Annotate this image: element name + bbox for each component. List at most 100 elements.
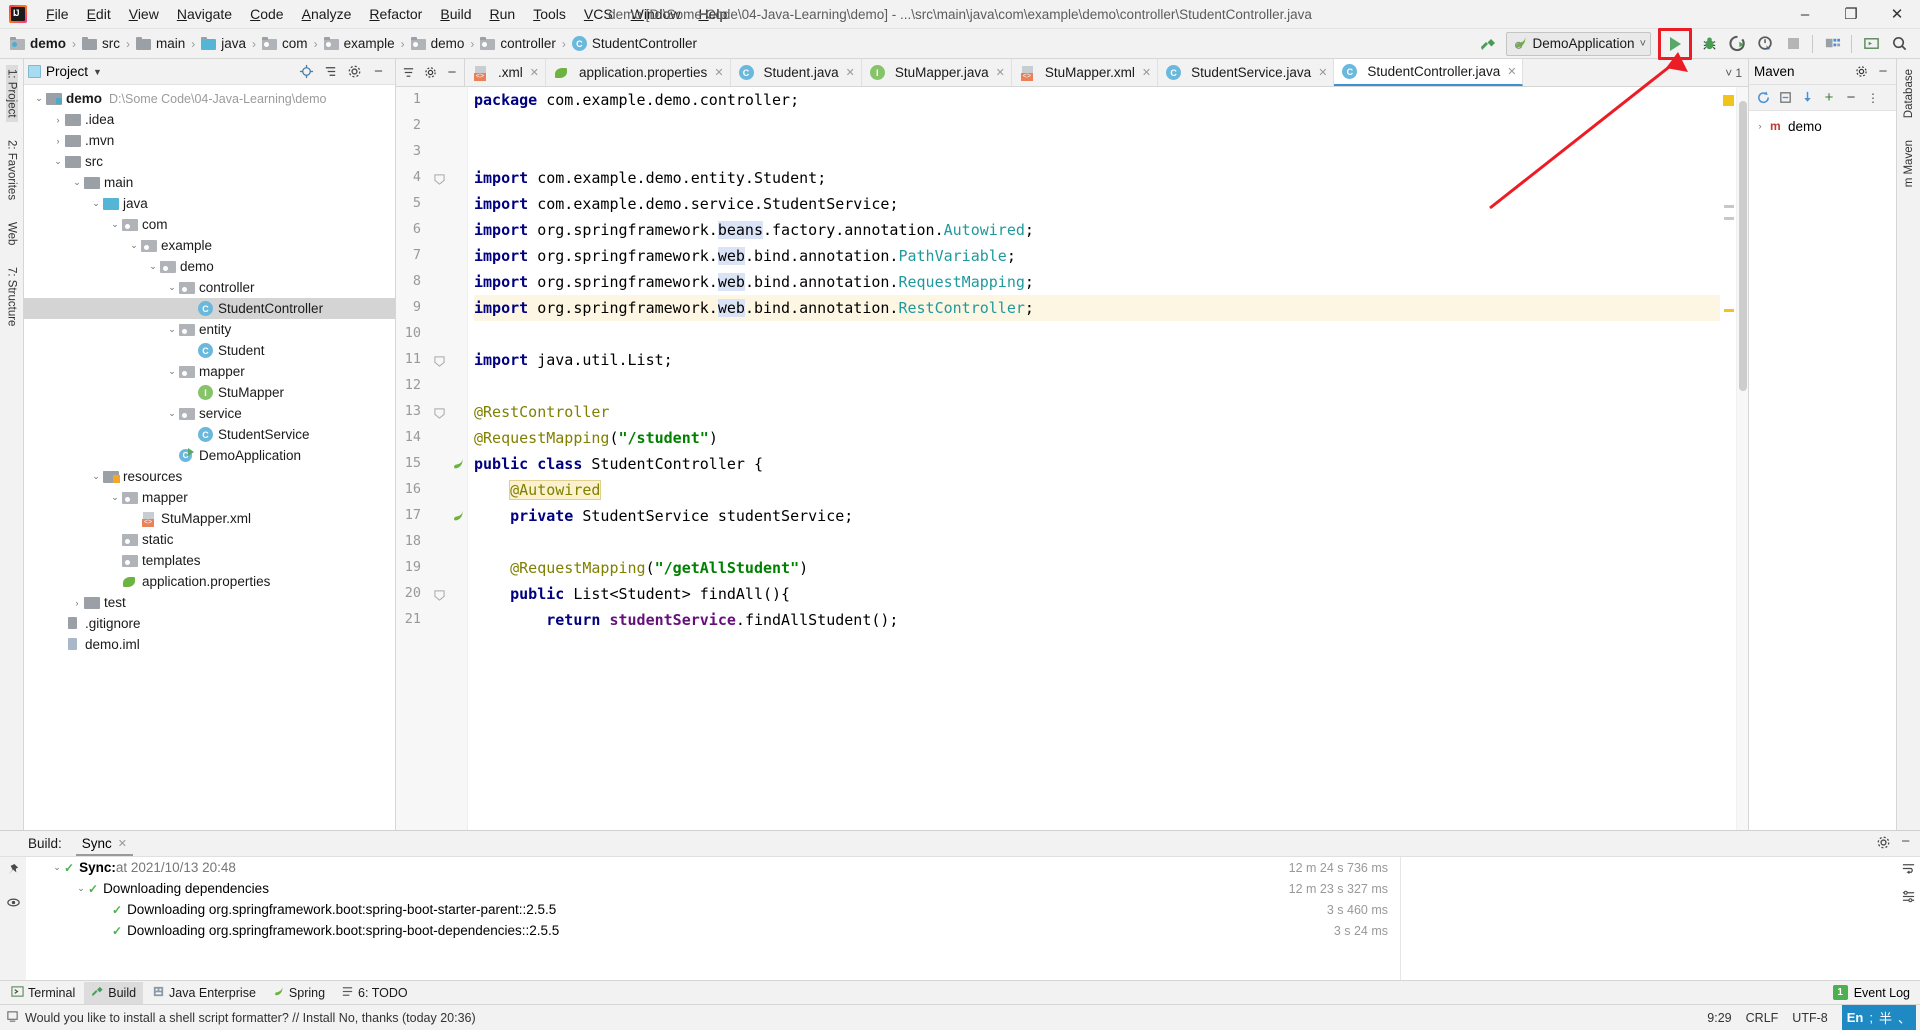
chevron-down-icon[interactable]: ˅ xyxy=(1725,66,1732,80)
tree-node[interactable]: ⌄ src xyxy=(24,151,395,172)
breadcrumb-demo[interactable]: demo xyxy=(6,34,70,53)
toolwindow-javaenterprise[interactable]: Java Enterprise xyxy=(145,982,263,1004)
toolwindow-todo[interactable]: 6: TODO xyxy=(334,982,415,1004)
run-with-coverage-icon[interactable] xyxy=(1724,32,1750,56)
tree-twisty[interactable]: ⌄ xyxy=(32,93,46,104)
toolwindow-spring[interactable]: Spring xyxy=(265,982,332,1004)
minimize-button[interactable]: – xyxy=(1782,0,1828,28)
eye-icon[interactable] xyxy=(6,895,21,913)
more-icon[interactable]: ⋮ xyxy=(1865,90,1881,106)
tree-node[interactable]: › test xyxy=(24,592,395,613)
tree-twisty[interactable]: ⌄ xyxy=(89,471,103,482)
tree-twisty[interactable]: › xyxy=(51,136,65,146)
menu-tools[interactable]: Tools xyxy=(524,2,575,26)
search-everywhere-icon[interactable] xyxy=(1886,32,1912,56)
tree-node[interactable]: ⌄ mapper xyxy=(24,487,395,508)
settings-gear-icon[interactable] xyxy=(1876,835,1891,853)
settings-gear-icon[interactable] xyxy=(1853,64,1869,80)
breadcrumb-com[interactable]: com xyxy=(258,34,312,53)
menu-help[interactable]: Help xyxy=(689,2,736,26)
tree-node[interactable]: ⌄ com xyxy=(24,214,395,235)
tree-node[interactable]: DemoApplication xyxy=(24,445,395,466)
code-line[interactable]: public List<Student> findAll(){ xyxy=(474,581,1720,607)
close-icon[interactable]: ✕ xyxy=(1142,66,1151,79)
reload-icon[interactable] xyxy=(1755,90,1771,106)
breadcrumb-controller[interactable]: controller xyxy=(476,34,560,53)
project-structure-icon[interactable] xyxy=(1819,32,1845,56)
code-fold-icon[interactable] xyxy=(433,589,445,601)
tree-node[interactable]: ⌄ mapper xyxy=(24,361,395,382)
code-fold-icon[interactable] xyxy=(433,355,445,367)
tree-node[interactable]: ⌄ resources xyxy=(24,466,395,487)
editor-tab-studentservicejava[interactable]: C StudentService.java ✕ xyxy=(1158,59,1335,86)
tree-twisty[interactable]: › xyxy=(1753,121,1767,131)
editor-tab-stumapperxml[interactable]: StuMapper.xml ✕ xyxy=(1012,59,1159,86)
build-output-row[interactable]: ⌄ ✓ Downloading dependencies 12 m 23 s 327 … xyxy=(26,878,1400,899)
collapse-all-icon[interactable] xyxy=(322,63,339,80)
code-line[interactable]: import org.springframework.beans.factory… xyxy=(474,217,1720,243)
file-encoding[interactable]: UTF-8 xyxy=(1792,1011,1827,1025)
run-configuration-selector[interactable]: DemoApplication ˅ xyxy=(1505,31,1651,56)
menu-refactor[interactable]: Refactor xyxy=(360,2,431,26)
close-icon[interactable]: ✕ xyxy=(530,66,539,79)
breadcrumb-src[interactable]: src xyxy=(78,34,124,53)
close-icon[interactable]: ✕ xyxy=(1318,66,1327,79)
wrap-text-icon[interactable] xyxy=(1901,861,1916,879)
tree-node[interactable]: ⌄ demo xyxy=(24,256,395,277)
tree-node[interactable]: demo.iml xyxy=(24,634,395,655)
breadcrumb-example[interactable]: example xyxy=(320,34,399,53)
tree-twisty[interactable]: ⌄ xyxy=(108,219,122,230)
spring-bean-gutter-icon[interactable] xyxy=(451,457,465,474)
maven-project-tree[interactable]: › demo xyxy=(1749,111,1896,830)
tree-node[interactable]: StuMapper.xml xyxy=(24,508,395,529)
terminal-icon[interactable] xyxy=(1858,32,1884,56)
build-output-row[interactable]: ✓ Downloading org.springframework.boot:sp… xyxy=(26,899,1400,920)
rail-item-project[interactable]: 1: Project xyxy=(5,65,18,122)
tree-twisty[interactable]: ⌄ xyxy=(146,261,160,272)
code-line[interactable]: @RestController xyxy=(474,399,1720,425)
rail-item-web[interactable]: Web xyxy=(6,218,18,249)
tree-twisty[interactable]: › xyxy=(51,115,65,125)
rail-item-structure[interactable]: 7: Structure xyxy=(6,263,18,330)
code-fold-icon[interactable] xyxy=(433,407,445,419)
tree-node-selected[interactable]: C StudentController xyxy=(24,298,395,319)
tree-node[interactable]: I StuMapper xyxy=(24,382,395,403)
editor-gutter[interactable]: 1 2 3 4 5 6 7 8 9 10 11 12 13 14 15 16 17 18 19 20 21 xyxy=(396,87,468,830)
code-line[interactable]: import com.example.demo.service.StudentS… xyxy=(474,191,1720,217)
menu-code[interactable]: Code xyxy=(241,2,292,26)
menu-navigate[interactable]: Navigate xyxy=(168,2,241,26)
tree-twisty[interactable]: ⌄ xyxy=(165,408,179,419)
code-line[interactable] xyxy=(474,321,1720,347)
code-line[interactable] xyxy=(474,139,1720,165)
build-output-row[interactable]: ⌄ ✓ Sync: at 2021/10/13 20:48 12 m 24 s 736… xyxy=(26,857,1400,878)
tree-twisty[interactable]: ⌄ xyxy=(165,324,179,335)
tree-twisty[interactable]: ⌄ xyxy=(165,282,179,293)
tree-twisty[interactable]: ⌄ xyxy=(127,240,141,251)
download-sources-icon[interactable] xyxy=(1799,90,1815,106)
menu-build[interactable]: Build xyxy=(431,2,480,26)
code-line[interactable]: import org.springframework.web.bind.anno… xyxy=(474,243,1720,269)
settings-icon[interactable] xyxy=(1901,889,1916,907)
tree-twisty[interactable]: ⌄ xyxy=(74,883,88,894)
close-icon[interactable]: ✕ xyxy=(1507,65,1516,78)
tree-node[interactable]: ⌄ demo D:\Some Code\04-Java-Learning\demo xyxy=(24,88,395,109)
tree-twisty[interactable]: ⌄ xyxy=(108,492,122,503)
line-separator[interactable]: CRLF xyxy=(1746,1011,1779,1025)
menu-view[interactable]: View xyxy=(120,2,168,26)
tree-node[interactable]: ⌄ entity xyxy=(24,319,395,340)
build-output-list[interactable]: ⌄ ✓ Sync: at 2021/10/13 20:48 12 m 24 s 736… xyxy=(26,857,1400,980)
editor-scrollbar[interactable] xyxy=(1736,87,1748,830)
tree-twisty[interactable]: ⌄ xyxy=(51,156,65,167)
menu-edit[interactable]: Edit xyxy=(78,2,120,26)
rail-item-favorites[interactable]: 2: Favorites xyxy=(6,136,18,204)
code-line[interactable]: package com.example.demo.controller; xyxy=(474,87,1720,113)
tree-node[interactable]: C Student xyxy=(24,340,395,361)
breadcrumb-demo[interactable]: demo xyxy=(407,34,469,53)
build-sync-tab[interactable]: Sync ✕ xyxy=(75,832,134,856)
collapse-icon[interactable]: − xyxy=(1843,89,1859,106)
chevron-down-icon[interactable]: ▼ xyxy=(93,67,102,77)
close-icon[interactable]: ✕ xyxy=(714,66,723,79)
code-line[interactable]: import org.springframework.web.bind.anno… xyxy=(474,295,1720,321)
tree-node[interactable]: ⌄ controller xyxy=(24,277,395,298)
tree-node[interactable]: › .idea xyxy=(24,109,395,130)
